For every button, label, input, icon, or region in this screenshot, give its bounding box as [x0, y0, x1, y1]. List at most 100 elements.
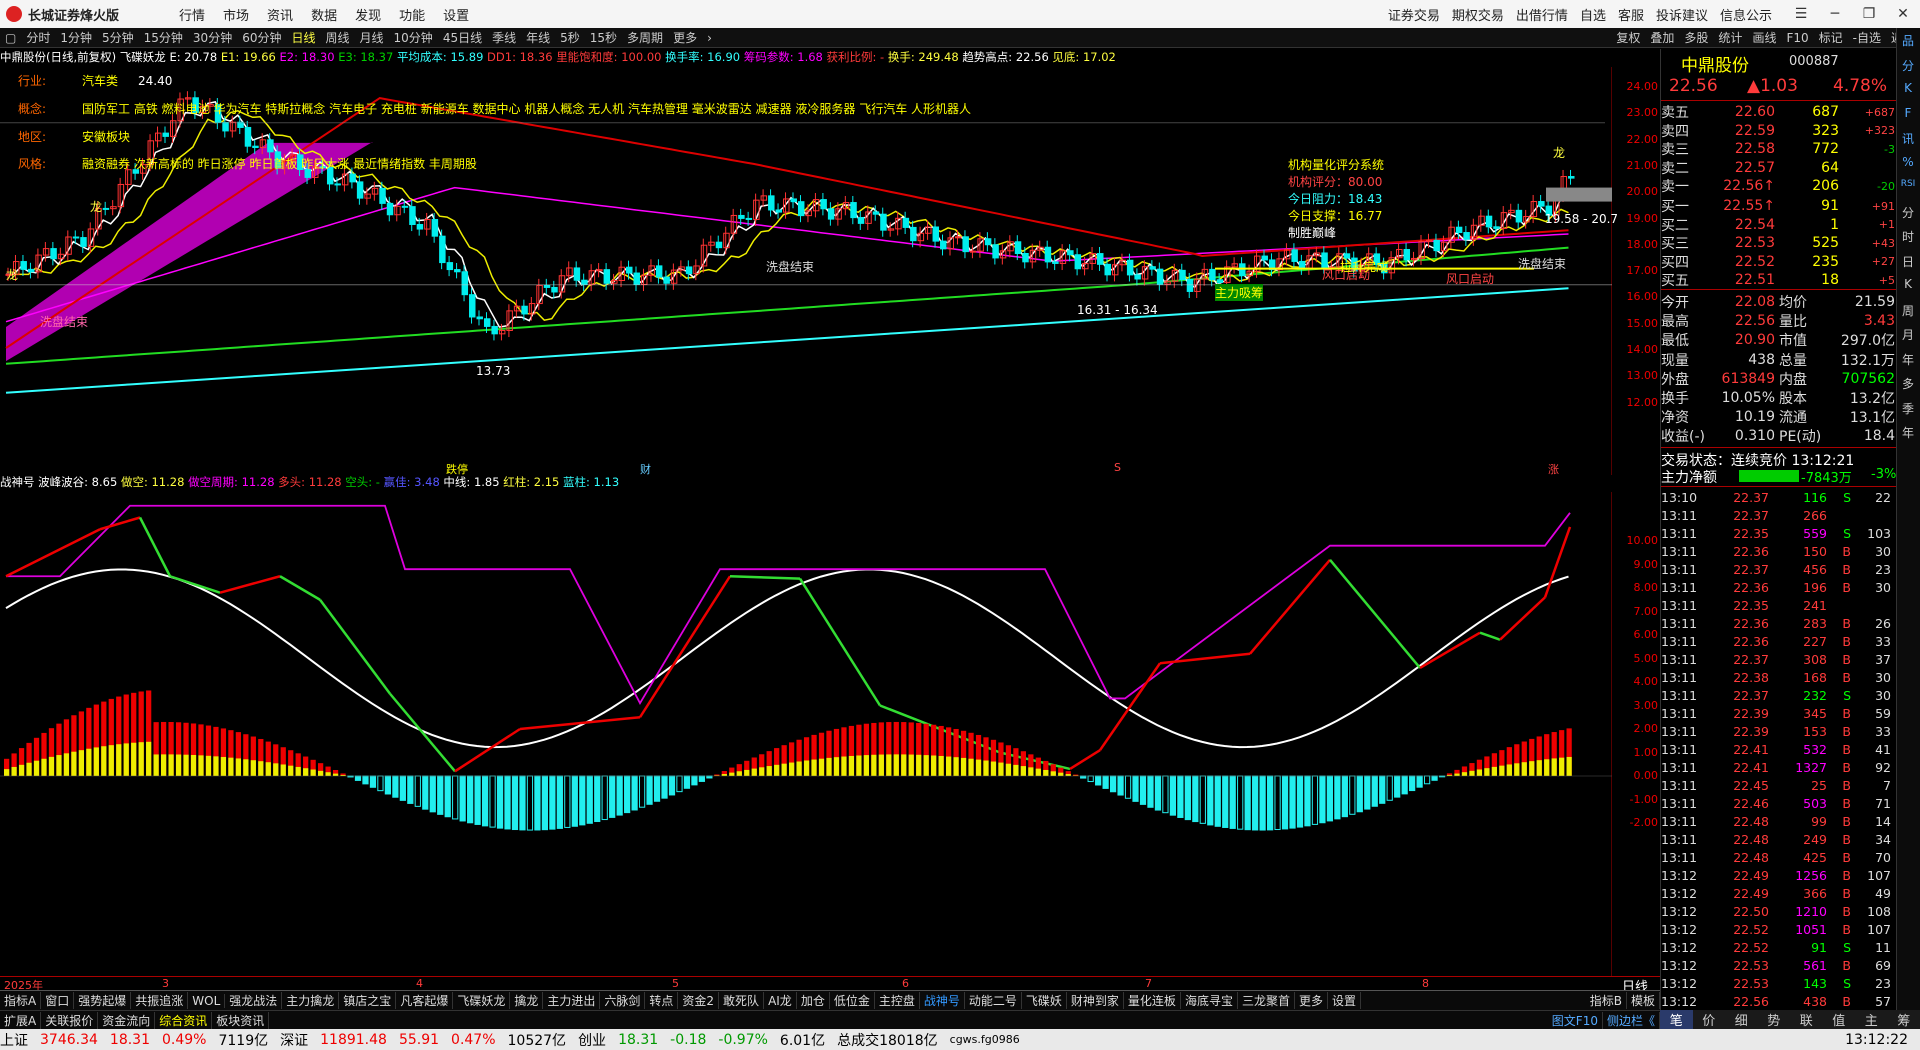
ext-right-tab-0[interactable]: 图文F10: [1548, 1011, 1603, 1029]
period-10[interactable]: 45日线: [438, 29, 487, 46]
ext-tab-1[interactable]: 关联报价: [41, 1011, 99, 1029]
indicator-tab-22[interactable]: 飞碟妖: [1022, 992, 1067, 1009]
toolbar-btn-2[interactable]: 多股: [1679, 29, 1713, 46]
side-icon-10[interactable]: K: [1897, 277, 1919, 291]
quote-tab-2[interactable]: 细: [1725, 1010, 1758, 1029]
order-row[interactable]: 卖五 22.60 687 +687: [1661, 103, 1895, 121]
minimize-icon[interactable]: ─: [1818, 6, 1852, 22]
toolbar-btn-1[interactable]: 叠加: [1645, 29, 1679, 46]
side-icon-1[interactable]: 分: [1897, 57, 1919, 74]
tick-row[interactable]: 13:11 22.37 308 B 37: [1661, 650, 1895, 668]
indicator-tab-20[interactable]: 战神号: [920, 992, 965, 1009]
tick-row[interactable]: 13:11 22.36 150 B 30: [1661, 542, 1895, 560]
side-icon-6[interactable]: RSI: [1897, 179, 1919, 189]
indicator-tab-12[interactable]: 六脉剑: [600, 992, 646, 1009]
ext-tab-3[interactable]: 综合资讯: [155, 1011, 213, 1029]
tick-row[interactable]: 13:12 22.53 561 B 69: [1661, 956, 1895, 974]
quote-tab-0[interactable]: 笔: [1660, 1010, 1693, 1029]
indicator-tab-5[interactable]: 强龙战法: [225, 992, 283, 1009]
sub-indicator-chart[interactable]: [0, 492, 1612, 976]
menu-settings[interactable]: 设置: [443, 5, 469, 24]
ext-tab-0[interactable]: 扩展A: [0, 1011, 42, 1029]
period-12[interactable]: 年线: [521, 29, 555, 46]
toolbar-btn-0[interactable]: 复权: [1611, 29, 1645, 46]
menu-stock-trade[interactable]: 证券交易: [1388, 5, 1440, 24]
indicator-tab-19[interactable]: 主控盘: [875, 992, 920, 1009]
indicator-tab-11[interactable]: 主力进出: [543, 992, 601, 1009]
side-icon-5[interactable]: %: [1897, 155, 1919, 169]
order-row[interactable]: 买四 22.52 235 +27: [1661, 253, 1895, 271]
menu-complaint[interactable]: 投诉建议: [1656, 5, 1708, 24]
menu-option-trade[interactable]: 期权交易: [1452, 5, 1504, 24]
ext-tab-2[interactable]: 资金流向: [98, 1011, 156, 1029]
side-icon-16[interactable]: 年: [1897, 424, 1919, 441]
menu-disclosure[interactable]: 信息公示: [1720, 5, 1772, 24]
tick-row[interactable]: 13:11 22.48 249 B 34: [1661, 830, 1895, 848]
menu-watchlist[interactable]: 自选: [1580, 5, 1606, 24]
menu-lend-quote[interactable]: 出借行情: [1516, 5, 1568, 24]
tick-row[interactable]: 13:11 22.37 232 S 30: [1661, 686, 1895, 704]
order-row[interactable]: 卖三 22.58 772 -3: [1661, 140, 1895, 158]
toolbar-btn-6[interactable]: 标记: [1814, 29, 1848, 46]
order-row[interactable]: 卖二 22.57 64: [1661, 159, 1895, 177]
restore-icon[interactable]: ❐: [1852, 6, 1886, 22]
indicator-tab-10[interactable]: 擒龙: [510, 992, 544, 1009]
indicator-tab-9[interactable]: 飞碟妖龙: [453, 992, 511, 1009]
close-icon[interactable]: ✕: [1886, 6, 1920, 22]
side-icon-4[interactable]: 讯: [1897, 130, 1919, 147]
tick-row[interactable]: 13:11 22.41 532 B 41: [1661, 740, 1895, 758]
quote-tab-5[interactable]: 值: [1823, 1010, 1856, 1029]
indicator-name[interactable]: 飞碟妖龙: [120, 50, 166, 64]
side-icon-14[interactable]: 多: [1897, 375, 1919, 392]
period-11[interactable]: 季线: [487, 29, 521, 46]
indicator-tab-25[interactable]: 海底寻宝: [1181, 992, 1238, 1009]
tick-row[interactable]: 13:12 22.50 1210 B 108: [1661, 902, 1895, 920]
tick-row[interactable]: 13:11 22.45 25 B 7: [1661, 776, 1895, 794]
sub-indicator-name[interactable]: 战神号: [0, 475, 35, 489]
tick-row[interactable]: 13:12 22.52 1051 B 107: [1661, 920, 1895, 938]
indicator-tab-13[interactable]: 转点: [645, 992, 679, 1009]
indicator-tab-2[interactable]: 强势起爆: [74, 992, 132, 1009]
tick-row[interactable]: 13:11 22.39 153 B 33: [1661, 722, 1895, 740]
period-8[interactable]: 月线: [355, 29, 389, 46]
tick-row[interactable]: 13:12 22.52 91 S 11: [1661, 938, 1895, 956]
tick-row[interactable]: 13:11 22.36 196 B 30: [1661, 578, 1895, 596]
period-7[interactable]: 周线: [321, 29, 355, 46]
indicator-tab-3[interactable]: 共振追涨: [131, 992, 189, 1009]
indicator-right-tab-1[interactable]: 模板: [1627, 992, 1660, 1009]
order-row[interactable]: 买三 22.53 525 +43: [1661, 234, 1895, 252]
tick-row[interactable]: 13:12 22.49 1256 B 107: [1661, 866, 1895, 884]
tick-row[interactable]: 13:11 22.48 425 B 70: [1661, 848, 1895, 866]
tick-row[interactable]: 13:12 22.56 438 B 57: [1661, 992, 1895, 1010]
tick-row[interactable]: 13:11 22.39 345 B 59: [1661, 704, 1895, 722]
indicator-tab-26[interactable]: 三龙聚首: [1238, 992, 1295, 1009]
side-icon-9[interactable]: 日: [1897, 253, 1919, 270]
indicator-tab-8[interactable]: 凡客起爆: [396, 992, 454, 1009]
order-row[interactable]: 买一 22.55↑ 91 +91: [1661, 197, 1895, 215]
period-1[interactable]: 1分钟: [55, 29, 97, 46]
side-icon-2[interactable]: K: [1897, 81, 1919, 95]
quote-tab-7[interactable]: 筹: [1888, 1010, 1920, 1029]
indicator-tab-6[interactable]: 主力擒龙: [282, 992, 340, 1009]
tick-row[interactable]: 13:10 22.37 116 S 22: [1661, 488, 1895, 506]
indicator-tab-23[interactable]: 财神到家: [1067, 992, 1124, 1009]
period-9[interactable]: 10分钟: [389, 29, 438, 46]
side-icon-13[interactable]: 年: [1897, 351, 1919, 368]
toolbar-btn-7[interactable]: -自选: [1848, 29, 1886, 46]
indicator-tab-1[interactable]: 窗口: [41, 992, 75, 1009]
tick-row[interactable]: 13:11 22.46 503 B 71: [1661, 794, 1895, 812]
tick-row[interactable]: 13:12 22.49 366 B 49: [1661, 884, 1895, 902]
indicator-right-tab-0[interactable]: 指标B: [1586, 992, 1627, 1009]
toolbar-btn-3[interactable]: 统计: [1713, 29, 1747, 46]
indicator-tab-17[interactable]: 加仓: [797, 992, 830, 1009]
period-2[interactable]: 5分钟: [97, 29, 139, 46]
tick-row[interactable]: 13:11 22.35 559 S 103: [1661, 524, 1895, 542]
quote-tab-6[interactable]: 主: [1855, 1010, 1888, 1029]
menu-function[interactable]: 功能: [399, 5, 425, 24]
period-4[interactable]: 30分钟: [188, 29, 237, 46]
indicator-tab-14[interactable]: 资金2: [678, 992, 720, 1009]
indicator-tab-16[interactable]: AI龙: [764, 992, 797, 1009]
tick-row[interactable]: 13:11 22.38 168 B 30: [1661, 668, 1895, 686]
side-icon-15[interactable]: 季: [1897, 400, 1919, 417]
side-icon-0[interactable]: 品: [1897, 32, 1919, 49]
